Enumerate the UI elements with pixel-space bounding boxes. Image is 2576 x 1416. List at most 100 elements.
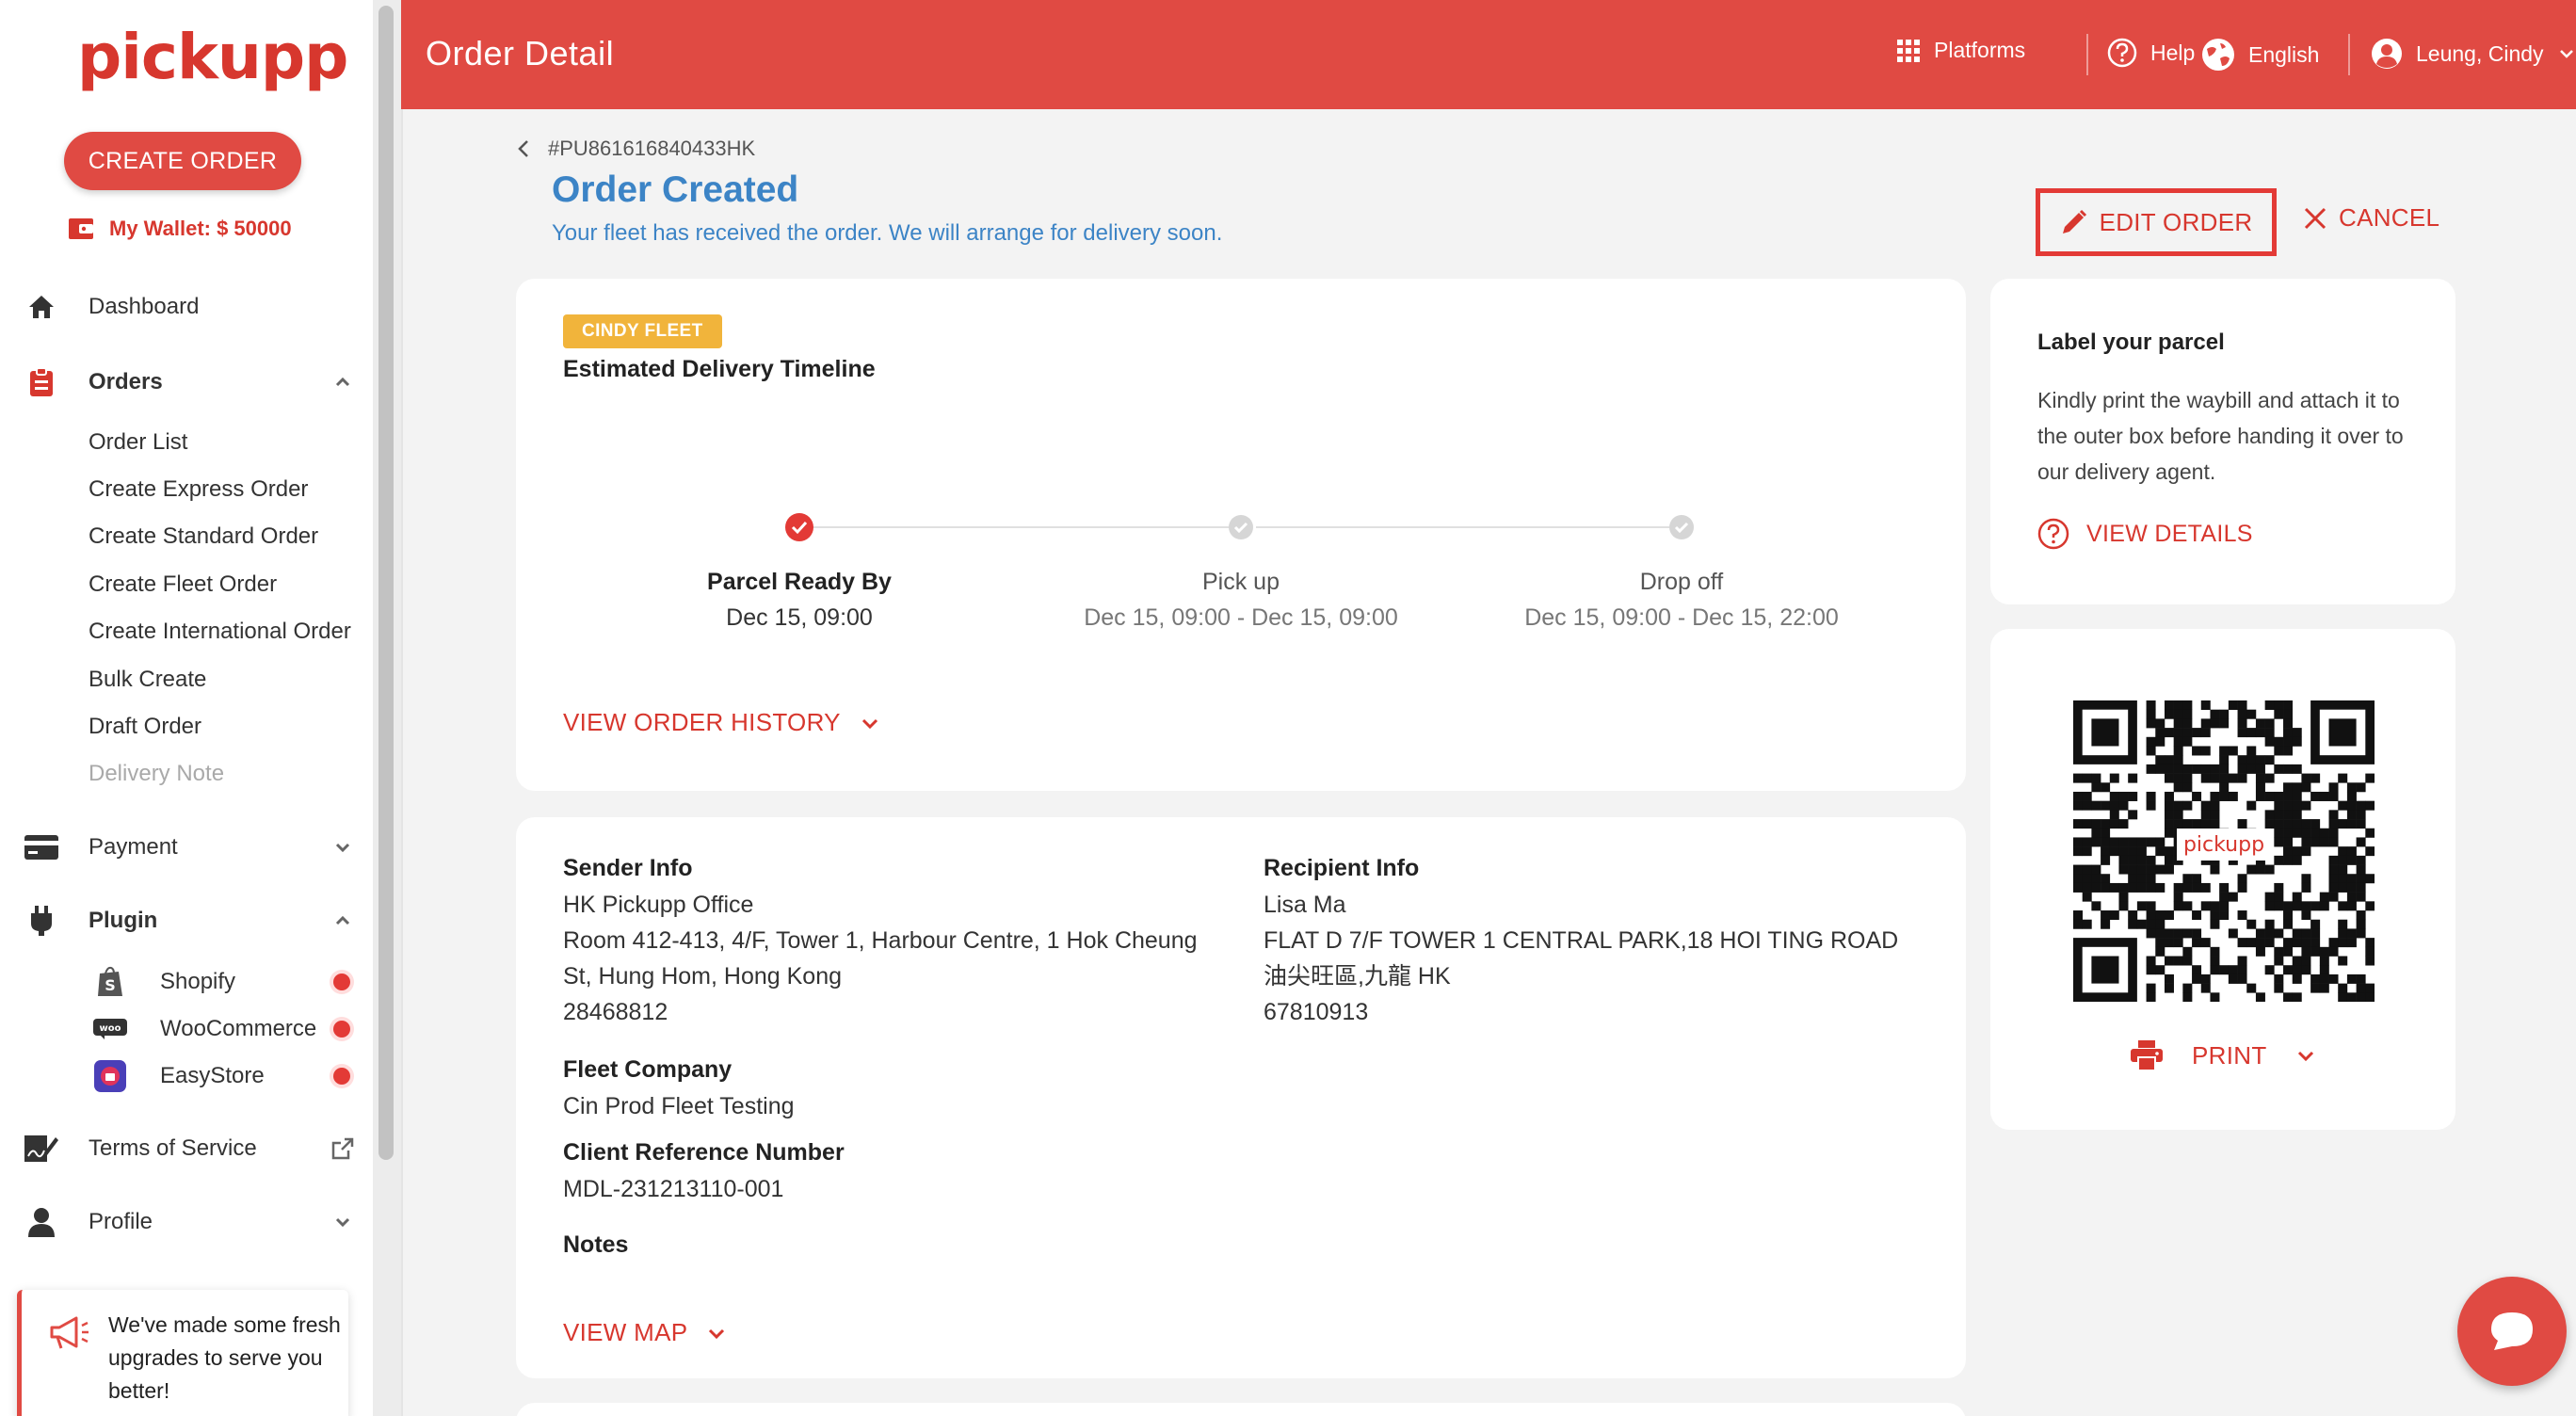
svg-text:woo: woo: [100, 1023, 121, 1034]
recipient-phone: 67810913: [1264, 999, 1369, 1025]
chevron-up-icon[interactable]: [330, 908, 356, 934]
step-name: Parcel Ready By: [707, 569, 892, 595]
edit-order-button[interactable]: EDIT ORDER: [2036, 188, 2277, 256]
sidebar-subitem-draft-order[interactable]: Draft Order: [89, 714, 201, 740]
scrollbar-thumb[interactable]: [378, 6, 394, 1160]
order-info-card: Sender Info HK Pickupp Office Room 412-4…: [516, 817, 1966, 1378]
recipient-address-line1: FLAT D 7/F TOWER 1 CENTRAL PARK,18 HOI T…: [1264, 927, 1899, 954]
view-map-link[interactable]: VIEW MAP: [563, 1318, 727, 1347]
svg-text:S: S: [105, 976, 116, 994]
language-menu[interactable]: English: [2201, 38, 2319, 72]
chevron-down-icon[interactable]: [330, 1209, 356, 1235]
cancel-order-label: CANCEL: [2339, 203, 2440, 232]
check-icon: [1229, 515, 1253, 539]
chevron-up-icon[interactable]: [330, 369, 356, 395]
view-map-label: VIEW MAP: [563, 1318, 688, 1346]
printer-icon: [2131, 1040, 2163, 1071]
sidebar-item-payment[interactable]: Payment: [23, 829, 350, 866]
help-menu[interactable]: Help: [2107, 38, 2195, 68]
view-details-label: VIEW DETAILS: [2086, 520, 2253, 547]
label-parcel-text: Kindly print the waybill and attach it t…: [2037, 388, 2404, 484]
qr-logo: pickupp: [2177, 829, 2271, 861]
view-order-history-link[interactable]: VIEW ORDER HISTORY: [563, 708, 880, 737]
edit-order-label: EDIT ORDER: [2099, 207, 2253, 236]
sidebar-item-label: Payment: [89, 834, 178, 860]
chevron-left-icon: [518, 140, 528, 157]
cancel-order-button[interactable]: CANCEL: [2303, 203, 2439, 233]
grid-icon: [1897, 39, 1920, 62]
plugin-shopify[interactable]: S Shopify: [92, 964, 350, 1000]
external-link-icon[interactable]: [330, 1135, 356, 1162]
plugin-woocommerce[interactable]: woo WooCommerce: [92, 1011, 350, 1047]
order-id: #PU861616840433HK: [548, 137, 756, 160]
create-order-button[interactable]: CREATE ORDER: [64, 132, 301, 190]
wallet-label: My Wallet: $ 50000: [109, 217, 292, 240]
view-details-link[interactable]: VIEW DETAILS: [2037, 518, 2253, 550]
timeline-connector: [1256, 526, 1682, 528]
sender-address-line1: Room 412-413, 4/F, Tower 1, Harbour Cent…: [563, 927, 1198, 954]
print-button[interactable]: PRINT: [2130, 1039, 2316, 1071]
chevron-down-icon: [709, 1328, 725, 1339]
notes-title: Notes: [563, 1231, 629, 1258]
sidebar: pickupp CREATE ORDER My Wallet: $ 50000 …: [0, 0, 373, 1416]
sidebar-subitem-create-international[interactable]: Create International Order: [89, 619, 351, 645]
notification-dot: [333, 1021, 350, 1038]
notification-dot: [333, 1068, 350, 1085]
client-reference-title: Client Reference Number: [563, 1139, 845, 1166]
pencil-icon: [2062, 209, 2086, 233]
sign-icon: [23, 1130, 60, 1167]
sidebar-subitem-order-list[interactable]: Order List: [89, 429, 187, 456]
easystore-icon: [92, 1058, 128, 1094]
header-separator: [2348, 34, 2350, 75]
waybill-qr-code: pickupp: [2073, 700, 2375, 1003]
step-name: Pick up: [1202, 569, 1280, 595]
home-icon: [23, 288, 60, 326]
megaphone-icon: [50, 1316, 89, 1349]
view-order-history-label: VIEW ORDER HISTORY: [563, 708, 841, 736]
fleet-badge: CINDY FLEET: [563, 314, 722, 348]
label-parcel-card: Label your parcel Kindly print the waybi…: [1990, 279, 2455, 604]
chevron-down-icon: [2559, 50, 2573, 58]
label-parcel-title: Label your parcel: [2037, 330, 2225, 355]
user-menu[interactable]: Leung, Cindy: [2371, 38, 2576, 70]
woo-icon: woo: [92, 1011, 128, 1047]
wallet-link[interactable]: My Wallet: $ 50000: [68, 215, 292, 243]
client-reference-value: MDL-231213110-001: [563, 1176, 784, 1202]
brand-logo[interactable]: pickupp: [77, 21, 348, 93]
step-time: Dec 15, 09:00 - Dec 15, 09:00: [1084, 604, 1398, 631]
upgrade-announcement[interactable]: We've made some fresh upgrades to serve …: [17, 1290, 348, 1416]
plugin-easystore[interactable]: EasyStore: [92, 1058, 350, 1094]
top-header: Order Detail Platforms Help English Leun…: [401, 0, 2576, 109]
chat-widget-button[interactable]: [2457, 1277, 2567, 1386]
platforms-menu[interactable]: Platforms: [1896, 38, 2025, 63]
recipient-name: Lisa Ma: [1264, 892, 1346, 918]
sidebar-subitem-create-fleet[interactable]: Create Fleet Order: [89, 571, 277, 598]
sidebar-item-profile[interactable]: Profile: [23, 1203, 350, 1241]
user-name: Leung, Cindy: [2416, 40, 2544, 66]
chevron-down-icon[interactable]: [330, 834, 356, 861]
timeline-connector: [800, 526, 1241, 528]
sidebar-subitem-create-standard[interactable]: Create Standard Order: [89, 523, 318, 550]
sidebar-scrollbar[interactable]: [373, 0, 401, 1416]
sidebar-item-plugin[interactable]: Plugin: [23, 902, 350, 940]
close-icon: [2304, 207, 2326, 229]
recipient-info-title: Recipient Info: [1264, 855, 1420, 881]
chat-icon: [2491, 1312, 2533, 1350]
sidebar-item-terms[interactable]: Terms of Service: [23, 1130, 354, 1167]
waybill-qr-card: pickupp PRINT: [1990, 629, 2455, 1130]
delivery-timeline-card: CINDY FLEET Estimated Delivery Timeline …: [516, 279, 1966, 791]
help-icon: [2037, 518, 2069, 550]
step-time: Dec 15, 09:00 - Dec 15, 22:00: [1524, 604, 1839, 631]
chevron-down-icon: [861, 718, 877, 729]
sidebar-item-orders[interactable]: Orders: [23, 363, 350, 401]
back-link[interactable]: #PU861616840433HK: [516, 137, 755, 161]
sidebar-item-label: Terms of Service: [89, 1135, 257, 1161]
plugin-label: WooCommerce: [160, 1016, 317, 1041]
clipboard-icon: [23, 363, 60, 401]
step-name: Drop off: [1639, 569, 1724, 595]
sidebar-item-dashboard[interactable]: Dashboard: [23, 288, 199, 326]
sidebar-subitem-create-express[interactable]: Create Express Order: [89, 476, 308, 503]
sidebar-subitem-bulk-create[interactable]: Bulk Create: [89, 667, 206, 693]
sender-address-line2: St, Hung Hom, Hong Kong: [563, 963, 842, 990]
page-title: Order Detail: [426, 34, 615, 72]
